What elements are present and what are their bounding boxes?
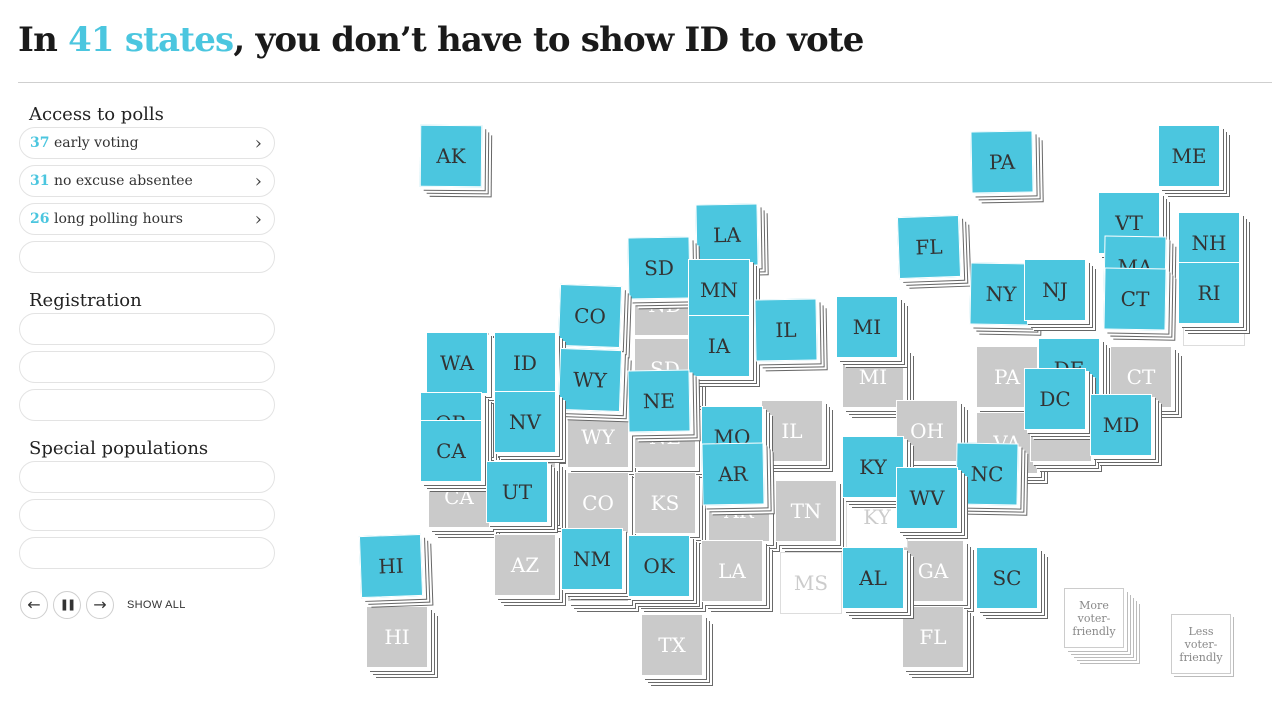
state-tile-empty[interactable]: MS	[780, 552, 842, 614]
state-tile-grey[interactable]: GA	[902, 540, 964, 602]
state-tile-blue[interactable]: CO	[557, 283, 623, 349]
state-tile-blue[interactable]: ID	[494, 332, 556, 394]
state-tile-blue[interactable]: HI	[358, 533, 424, 599]
state-tile-grey[interactable]: IL	[761, 400, 823, 462]
state-tile-blue[interactable]: DC	[1024, 368, 1086, 430]
state-tile-blue[interactable]: AL	[842, 547, 904, 609]
legend-more-voter-friendly: More voter-friendly	[1064, 588, 1124, 648]
state-tile-grey[interactable]: AZ	[494, 534, 556, 596]
tile-map: ND SD WA OR ID WY NE CA NV UT CO KS AZ N…	[0, 0, 1272, 717]
state-tile-blue[interactable]: MN	[688, 259, 750, 321]
state-tile-grey[interactable]: HI	[366, 606, 428, 668]
state-tile-blue[interactable]: NM	[561, 528, 623, 590]
state-tile-grey[interactable]: LA	[701, 540, 763, 602]
state-tile-blue[interactable]: LA	[695, 203, 759, 267]
state-tile-blue[interactable]: WA	[426, 332, 488, 394]
state-tile-blue[interactable]: NV	[494, 391, 556, 453]
state-tile-blue[interactable]: ME	[1158, 125, 1220, 187]
state-tile-grey[interactable]: KS	[634, 472, 696, 534]
state-tile-blue[interactable]: SC	[976, 547, 1038, 609]
state-tile-blue[interactable]: RI	[1178, 262, 1240, 324]
state-tile-blue[interactable]: NE	[627, 369, 691, 433]
state-tile-blue[interactable]: WV	[896, 467, 958, 529]
state-tile-blue[interactable]: MD	[1090, 394, 1152, 456]
state-tile-grey[interactable]: TN	[775, 480, 837, 542]
state-tile-blue[interactable]: UT	[486, 461, 548, 523]
state-tile-blue[interactable]: CT	[1103, 267, 1167, 331]
state-tile-grey[interactable]: CO	[567, 472, 629, 534]
state-tile-grey[interactable]: OH	[896, 400, 958, 462]
state-tile-blue[interactable]: FL	[896, 214, 962, 280]
state-tile-blue[interactable]: NC	[955, 442, 1019, 506]
state-tile-blue[interactable]: OK	[628, 535, 690, 597]
state-tile-blue[interactable]: AK	[419, 124, 483, 188]
state-tile-grey[interactable]: TX	[641, 614, 703, 676]
state-tile-blue[interactable]: CA	[420, 420, 482, 482]
state-tile-blue[interactable]: PA	[970, 130, 1034, 194]
state-tile-grey[interactable]: WY	[567, 406, 629, 468]
legend-less-voter-friendly: Less voter-friendly	[1171, 614, 1231, 674]
state-tile-blue[interactable]: WY	[557, 347, 623, 413]
state-tile-blue[interactable]: SD	[627, 236, 691, 300]
state-tile-blue[interactable]: IA	[688, 315, 750, 377]
state-tile-blue[interactable]: NJ	[1024, 259, 1086, 321]
state-tile-blue[interactable]: AR	[701, 442, 765, 506]
state-tile-blue[interactable]: MI	[836, 296, 898, 358]
state-tile-blue[interactable]: KY	[842, 436, 904, 498]
state-tile-grey[interactable]: FL	[902, 606, 964, 668]
state-tile-blue[interactable]: IL	[754, 298, 818, 362]
